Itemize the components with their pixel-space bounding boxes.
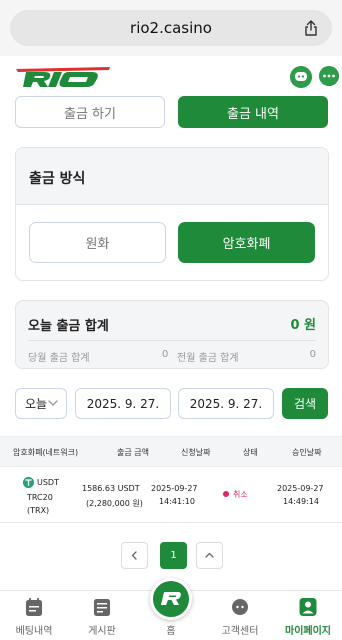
column-header-approve-date: 승인날짜	[292, 448, 322, 457]
fiat-method-button[interactable]: 원화	[29, 222, 166, 263]
fiat-method-label: 원화	[85, 237, 110, 252]
amount-usdt: 1586.63 USDT	[82, 484, 140, 493]
board-icon	[94, 599, 110, 616]
column-header-crypto: 암호화폐(네트워크)	[13, 448, 79, 457]
nav-label-bet-history: 베팅내역	[15, 626, 53, 637]
pagination-page-current[interactable]: 1	[160, 542, 187, 569]
chat-icon[interactable]	[290, 66, 312, 88]
pagination-page-number: 1	[170, 550, 177, 561]
app-header	[0, 56, 342, 96]
withdraw-method-card: 출금 방식 원화 암호화폐	[15, 147, 329, 281]
table-header: 암호화폐(네트워크) 출금 금액 신청날짜 상태 승인날짜	[0, 436, 342, 467]
nav-label-mypage: 마이페이지	[285, 626, 331, 637]
nav-label-home: 홈	[166, 626, 176, 637]
cancel-status-dot	[223, 491, 229, 497]
search-button[interactable]: 검색	[282, 388, 328, 419]
browser-bar: rio2.casino	[0, 0, 342, 56]
month-total-label: 당월 출금 합계	[28, 353, 90, 364]
chevron-left-icon	[131, 551, 137, 560]
request-date: 2025-09-27	[151, 484, 198, 493]
tether-icon	[23, 477, 34, 488]
rio-logo[interactable]	[12, 60, 112, 90]
status-text: 취소	[233, 490, 248, 499]
month-total-value: 0	[162, 349, 169, 360]
nav-item-bet-history[interactable]: 베팅내역	[0, 591, 68, 640]
coin-network: TRC20	[27, 493, 53, 502]
nav-label-support: 고객센터	[221, 626, 259, 637]
home-button[interactable]	[150, 578, 192, 620]
request-time: 14:41:10	[159, 497, 195, 506]
share-icon[interactable]	[302, 19, 320, 37]
start-date-value: 2025. 9. 27.	[86, 396, 160, 411]
amount-krw: (2,280,000 원)	[86, 499, 143, 508]
tab-history-label: 출금 내역	[227, 106, 279, 122]
withdraw-page: 출금 하기 출금 내역 출금 방식 원화 암호화폐 오늘 출금 합계 0 원 당…	[0, 96, 342, 590]
withdraw-summary-card: 오늘 출금 합계 0 원 당월 출금 합계 0 전월 출금 합계 0	[15, 300, 329, 369]
tab-withdraw[interactable]: 출금 하기	[15, 96, 165, 128]
prev-month-total-value: 0	[309, 349, 316, 360]
table-row: USDT TRC20 (TRX) 1586.63 USDT (2,280,000…	[0, 467, 342, 523]
period-select[interactable]: 오늘	[15, 388, 67, 419]
crypto-method-label: 암호화폐	[222, 237, 271, 252]
nav-label-board: 게시판	[88, 626, 116, 637]
home-logo-icon	[161, 592, 181, 605]
tab-withdraw-label: 출금 하기	[64, 106, 116, 122]
more-icon[interactable]	[319, 66, 339, 86]
pagination-next-button[interactable]	[196, 542, 223, 569]
status-badge: 취소	[223, 489, 248, 500]
nav-item-support[interactable]: 고객센터	[206, 591, 274, 640]
approve-date: 2025-09-27	[277, 484, 324, 493]
column-header-amount: 출금 금액	[117, 448, 149, 457]
today-total-label: 오늘 출금 합계	[28, 319, 109, 334]
pagination-prev-button[interactable]	[121, 542, 148, 569]
start-date-input[interactable]: 2025. 9. 27.	[75, 388, 171, 419]
coin-name: USDT	[37, 478, 59, 487]
chevron-down-icon	[48, 400, 58, 406]
method-title: 출금 방식	[16, 148, 328, 205]
column-header-status: 상태	[243, 448, 258, 457]
user-icon	[299, 598, 317, 616]
support-icon	[232, 599, 248, 615]
end-date-input[interactable]: 2025. 9. 27.	[178, 388, 274, 419]
approve-time: 14:49:14	[283, 497, 319, 506]
url-bar[interactable]: rio2.casino	[10, 10, 332, 46]
chevron-up-icon	[205, 552, 214, 558]
summary-divider	[28, 340, 316, 341]
end-date-value: 2025. 9. 27.	[189, 396, 263, 411]
url-text: rio2.casino	[130, 19, 212, 37]
calendar-icon	[26, 598, 42, 616]
coin-network-sub: (TRX)	[27, 506, 50, 515]
tab-withdraw-history[interactable]: 출금 내역	[178, 96, 328, 128]
search-button-label: 검색	[293, 397, 317, 411]
crypto-method-button[interactable]: 암호화폐	[178, 222, 315, 263]
today-total-value: 0 원	[290, 318, 316, 333]
nav-item-board[interactable]: 게시판	[68, 591, 136, 640]
column-header-request-date: 신청날짜	[181, 448, 211, 457]
nav-item-mypage[interactable]: 마이페이지	[274, 591, 342, 640]
prev-month-total-label: 전월 출금 합계	[177, 353, 239, 364]
period-select-value: 오늘	[25, 397, 48, 411]
